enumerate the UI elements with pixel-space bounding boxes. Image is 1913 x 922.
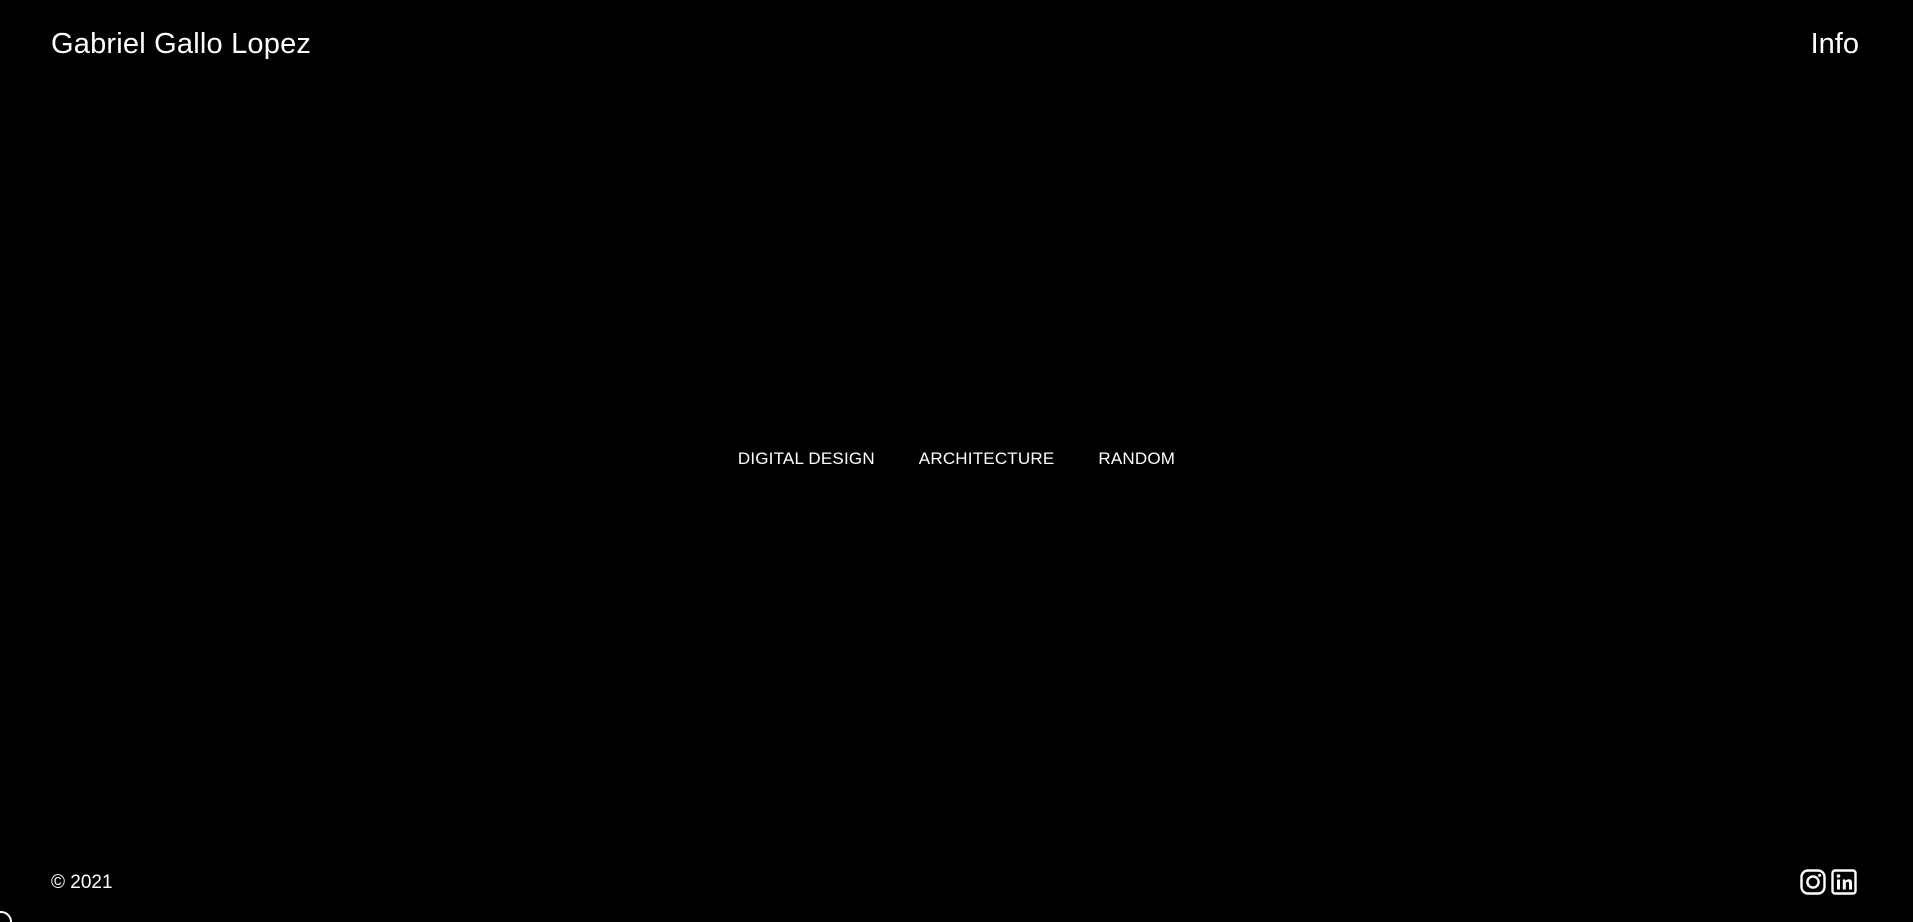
corner-circle-icon: [0, 911, 12, 922]
linkedin-icon[interactable]: [1830, 868, 1858, 896]
site-title-link[interactable]: Gabriel Gallo Lopez: [51, 28, 311, 61]
nav-item-architecture[interactable]: ARCHITECTURE: [919, 449, 1055, 469]
nav-item-digital-design[interactable]: DIGITAL DESIGN: [738, 449, 875, 469]
instagram-icon[interactable]: [1799, 868, 1827, 896]
category-nav: DIGITAL DESIGN ARCHITECTURE RANDOM: [0, 449, 1913, 469]
info-link[interactable]: Info: [1811, 28, 1859, 61]
copyright-text: © 2021: [51, 872, 113, 893]
social-links: [1799, 868, 1858, 896]
nav-item-random[interactable]: RANDOM: [1098, 449, 1175, 469]
page: Gabriel Gallo Lopez Info DIGITAL DESIGN …: [0, 0, 1913, 922]
